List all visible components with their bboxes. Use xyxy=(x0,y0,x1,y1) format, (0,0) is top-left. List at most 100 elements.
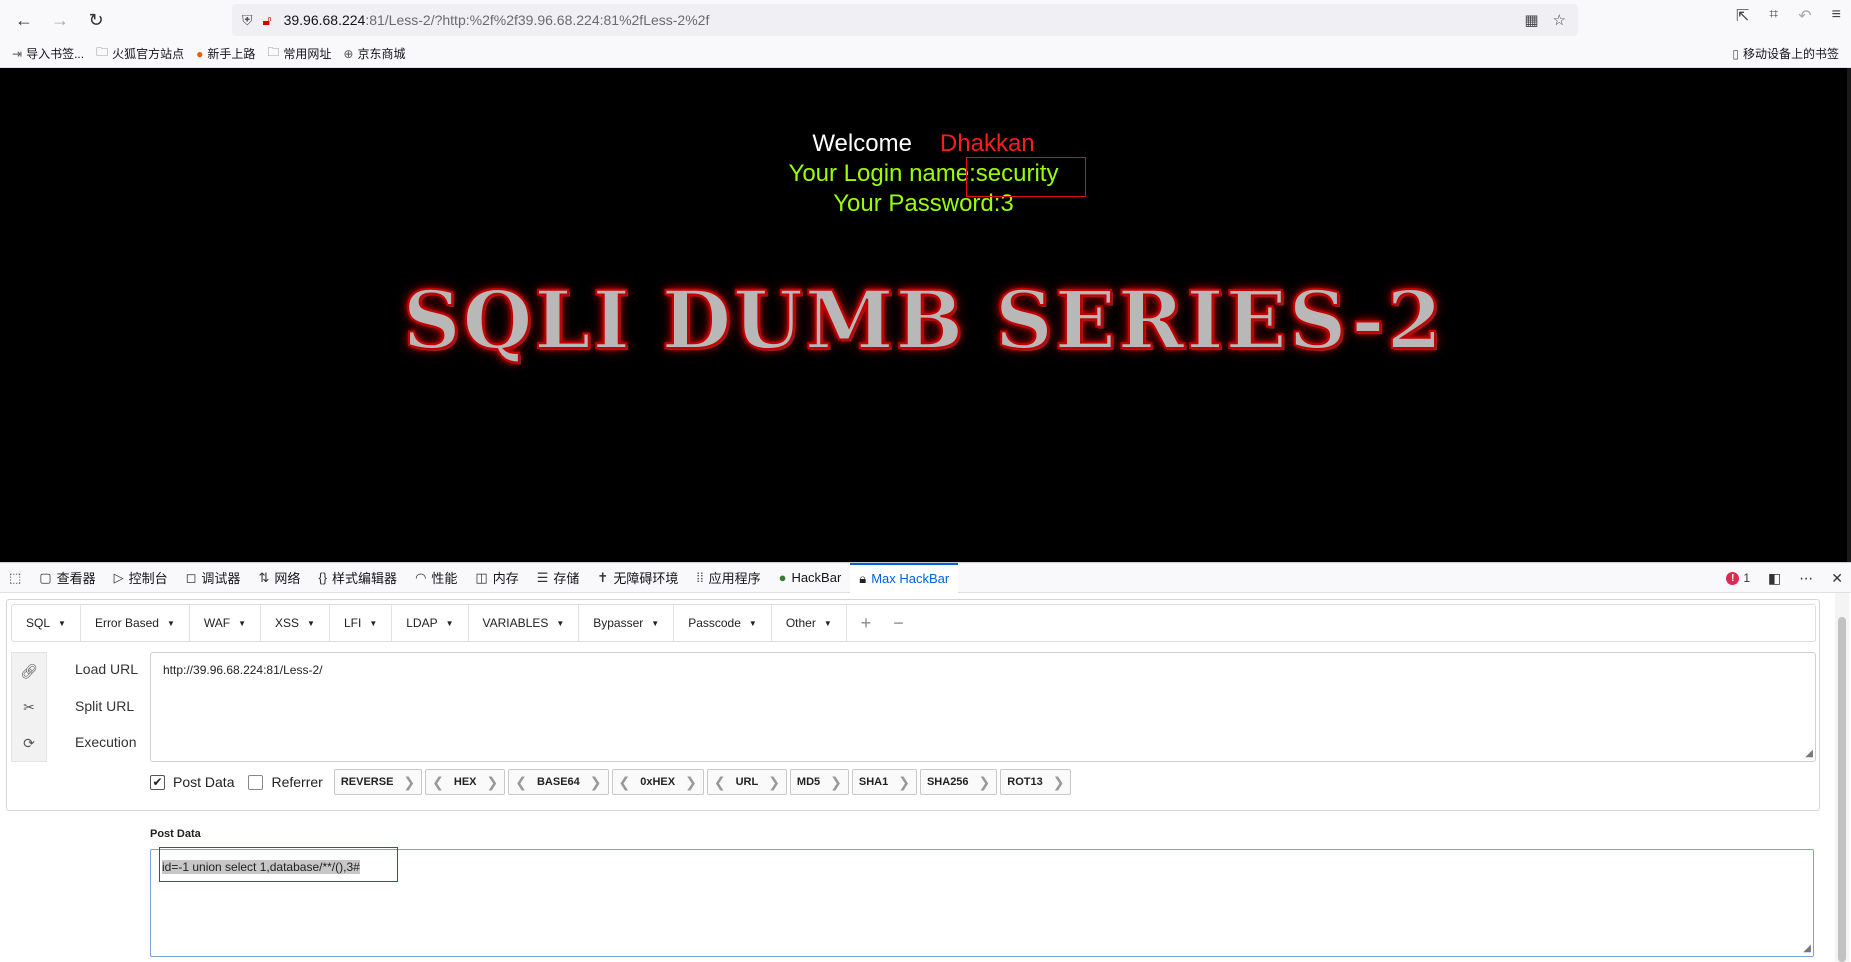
caret-down-icon: ▼ xyxy=(651,618,660,628)
sha1-button[interactable]: SHA1 ❯ xyxy=(851,769,917,795)
arrow-right-icon: ❯ xyxy=(486,773,499,790)
bookmark-firefox-site[interactable]: 🗀︎ 火狐官方站点 xyxy=(96,43,184,64)
menu-ldap[interactable]: LDAP ▼ xyxy=(392,605,469,641)
url-encode-button[interactable]: ❮ URL ❯ xyxy=(706,769,787,795)
memory-icon: ◫ xyxy=(475,569,488,585)
mobile-bookmarks[interactable]: ▯ 移动设备上的书签 xyxy=(1732,45,1839,62)
minus-icon[interactable]: − xyxy=(893,613,904,634)
reload-icon[interactable]: ↻ xyxy=(82,6,110,34)
encoder-label: MD5 xyxy=(796,776,821,788)
error-count-badge[interactable]: ! 1 xyxy=(1726,571,1750,585)
url-textarea[interactable]: http://39.96.68.224:81/Less-2/ ◢ xyxy=(150,652,1816,762)
error-count: 1 xyxy=(1743,571,1751,585)
scissors-icon[interactable]: ✂ xyxy=(23,699,35,716)
url-text[interactable]: 39.96.68.224:81/Less-2/?http:%2f%2f39.96… xyxy=(284,12,710,28)
tab-application[interactable]: ⁞⁞ 应用程序 xyxy=(687,563,769,593)
bookmark-common-sites[interactable]: 🗀︎ 常用网址 xyxy=(267,43,331,64)
tab-label: 无障碍环境 xyxy=(613,571,679,586)
url-bar[interactable]: ⛨ 🔓︎ 39.96.68.224:81/Less-2/?http:%2f%2f… xyxy=(232,4,1578,36)
refresh-icon[interactable]: ⟳ xyxy=(23,735,35,752)
resize-handle-icon[interactable]: ◢ xyxy=(1805,748,1813,759)
base64-button[interactable]: ❮ BASE64 ❯ xyxy=(508,769,609,795)
tab-style-editor[interactable]: {} 样式编辑器 xyxy=(309,563,406,593)
menu-lfi[interactable]: LFI ▼ xyxy=(330,605,393,641)
tab-label: 查看器 xyxy=(56,571,96,586)
hex-button[interactable]: ❮ HEX ❯ xyxy=(425,769,506,795)
username-text: Dhakkan xyxy=(939,130,1035,157)
welcome-text: Welcome xyxy=(812,130,912,157)
rot13-button[interactable]: ROT13 ❯ xyxy=(1000,769,1072,795)
tab-console[interactable]: ▷ 控制台 xyxy=(105,563,177,593)
undo-icon[interactable]: ↶ xyxy=(1798,6,1811,26)
shield-icon[interactable]: ⛨ xyxy=(242,12,253,29)
dock-icon[interactable]: ◧ xyxy=(1768,570,1781,587)
link-icon[interactable]: 🔗︎ xyxy=(20,663,38,680)
caret-down-icon: ▼ xyxy=(238,618,247,628)
load-url-button[interactable]: Load URL xyxy=(75,661,138,677)
encoder-label: ROT13 xyxy=(1007,776,1043,788)
menu-waf[interactable]: WAF ▼ xyxy=(190,605,262,641)
bookmarks-bar: ⇥ 导入书签... 🗀︎ 火狐官方站点 ● 新手上路 🗀︎ 常用网址 ⊕ 京东商城 ▯ 移动… xyxy=(0,40,1851,68)
menu-other[interactable]: Other ▼ xyxy=(772,605,847,641)
close-icon[interactable]: ✕ xyxy=(1831,570,1843,587)
scrollbar-thumb[interactable] xyxy=(1838,617,1846,962)
menu-variables[interactable]: VARIABLES ▼ xyxy=(469,605,580,641)
more-options-icon[interactable]: ⋯ xyxy=(1799,570,1813,587)
plus-icon[interactable]: + xyxy=(861,613,872,634)
console-icon: ▷ xyxy=(113,569,124,585)
resize-handle-icon[interactable]: ◢ xyxy=(1803,943,1811,954)
bookmark-import[interactable]: ⇥ 导入书签... xyxy=(12,45,84,62)
bookmark-label: 火狐官方站点 xyxy=(112,47,185,61)
menu-error-based[interactable]: Error Based ▼ xyxy=(81,605,190,641)
firefox-icon: ● xyxy=(196,46,204,61)
caret-down-icon: ▼ xyxy=(445,618,454,628)
post-data-textarea[interactable]: id=-1 union select 1,database/**/(),3# ◢ xyxy=(150,849,1814,957)
tab-accessibility[interactable]: ✝ 无障碍环境 xyxy=(588,563,687,593)
menu-sql[interactable]: SQL ▼ xyxy=(12,605,81,641)
element-picker-icon[interactable]: ⬚ xyxy=(0,563,30,593)
tab-max-hackbar[interactable]: 🔒︎ Max HackBar xyxy=(850,562,959,593)
referrer-checkbox[interactable] xyxy=(248,774,264,790)
back-icon[interactable]: ← xyxy=(10,6,38,34)
devtools-scrollbar[interactable] xyxy=(1835,593,1849,962)
qr-code-icon[interactable]: ▦ xyxy=(1524,11,1538,29)
menu-icon[interactable]: ≡ xyxy=(1832,6,1841,26)
menu-passcode[interactable]: Passcode ▼ xyxy=(674,605,772,641)
extensions-icon[interactable]: ⇱ xyxy=(1736,6,1749,26)
globe-icon: ⊕ xyxy=(343,46,354,61)
tab-inspector[interactable]: ▢ 查看器 xyxy=(30,563,104,593)
forward-icon[interactable]: → xyxy=(46,6,74,34)
hackbar-menu: SQL ▼ Error Based ▼ WAF ▼ XSS ▼ LFI ▼ LDAP ▼ V… xyxy=(11,604,1816,642)
post-data-checkbox-label: Post Data xyxy=(173,774,235,790)
tab-debugger[interactable]: ◻ 调试器 xyxy=(177,563,250,593)
0xhex-button[interactable]: ❮ 0xHEX ❯ xyxy=(611,769,704,795)
sha256-button[interactable]: SHA256 ❯ xyxy=(919,769,998,795)
reverse-button[interactable]: REVERSE ❯ xyxy=(333,769,423,795)
tab-network[interactable]: ⇅ 网络 xyxy=(249,563,309,593)
page-scrollbar[interactable] xyxy=(1847,68,1851,562)
menu-label: Passcode xyxy=(688,616,741,630)
caret-down-icon: ▼ xyxy=(369,618,378,628)
md5-button[interactable]: MD5 ❯ xyxy=(789,769,849,795)
menu-label: LDAP xyxy=(406,616,438,630)
post-data-checkbox[interactable]: ✔ xyxy=(150,774,165,790)
bookmark-label: 常用网址 xyxy=(283,47,332,61)
execution-button[interactable]: Execution xyxy=(75,734,136,750)
tab-label: Max HackBar xyxy=(871,571,950,586)
folder-icon: 🗀︎ xyxy=(267,45,280,59)
tab-hackbar[interactable]: ● HackBar xyxy=(770,563,851,593)
menu-bypasser[interactable]: Bypasser ▼ xyxy=(579,605,675,641)
menu-xss[interactable]: XSS ▼ xyxy=(261,605,330,641)
tab-memory[interactable]: ◫ 内存 xyxy=(466,563,527,593)
hackbar-icon: ● xyxy=(778,570,787,585)
tab-storage[interactable]: ☰ 存储 xyxy=(528,563,589,593)
insecure-lock-icon[interactable]: 🔓︎ xyxy=(263,12,272,29)
split-url-button[interactable]: Split URL xyxy=(75,698,134,714)
screenshot-icon[interactable]: ⌗ xyxy=(1769,6,1778,26)
tab-performance[interactable]: ◠ 性能 xyxy=(406,563,466,593)
bookmark-jd[interactable]: ⊕ 京东商城 xyxy=(343,45,405,62)
caret-down-icon: ▼ xyxy=(166,618,175,628)
bookmark-getting-started[interactable]: ● 新手上路 xyxy=(196,45,255,62)
star-icon[interactable]: ☆ xyxy=(1553,11,1566,29)
hackbar-options: ✔ Post Data Referrer REVERSE ❯ ❮ HEX ❯ ❮ BAS… xyxy=(150,767,1072,797)
